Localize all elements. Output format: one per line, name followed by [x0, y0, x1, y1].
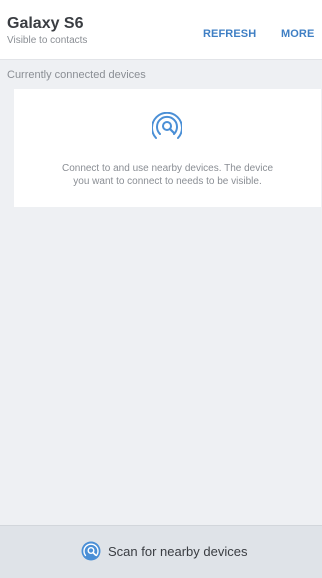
scan-for-nearby-devices-button[interactable]: Scan for nearby devices: [0, 525, 322, 578]
nearby-device-scan-icon: [81, 541, 101, 561]
connected-devices-section-title: Currently connected devices: [7, 69, 146, 81]
connected-devices-card: Connect to and use nearby devices. The d…: [14, 89, 321, 207]
nearby-device-scan-icon: [152, 112, 182, 139]
app-header: Galaxy S6 Visible to contacts REFRESH MO…: [0, 0, 322, 60]
scan-button-label: Scan for nearby devices: [108, 544, 248, 559]
refresh-button[interactable]: REFRESH: [203, 28, 256, 40]
more-button[interactable]: MORE: [281, 28, 314, 40]
device-visibility-status[interactable]: Visible to contacts: [7, 35, 87, 47]
device-name: Galaxy S6: [7, 15, 84, 32]
empty-message-line-2: you want to connect to needs to be visib…: [73, 176, 262, 187]
connected-devices-empty-message: Connect to and use nearby devices. The d…: [14, 162, 321, 188]
empty-message-line-1: Connect to and use nearby devices. The d…: [61, 163, 274, 174]
